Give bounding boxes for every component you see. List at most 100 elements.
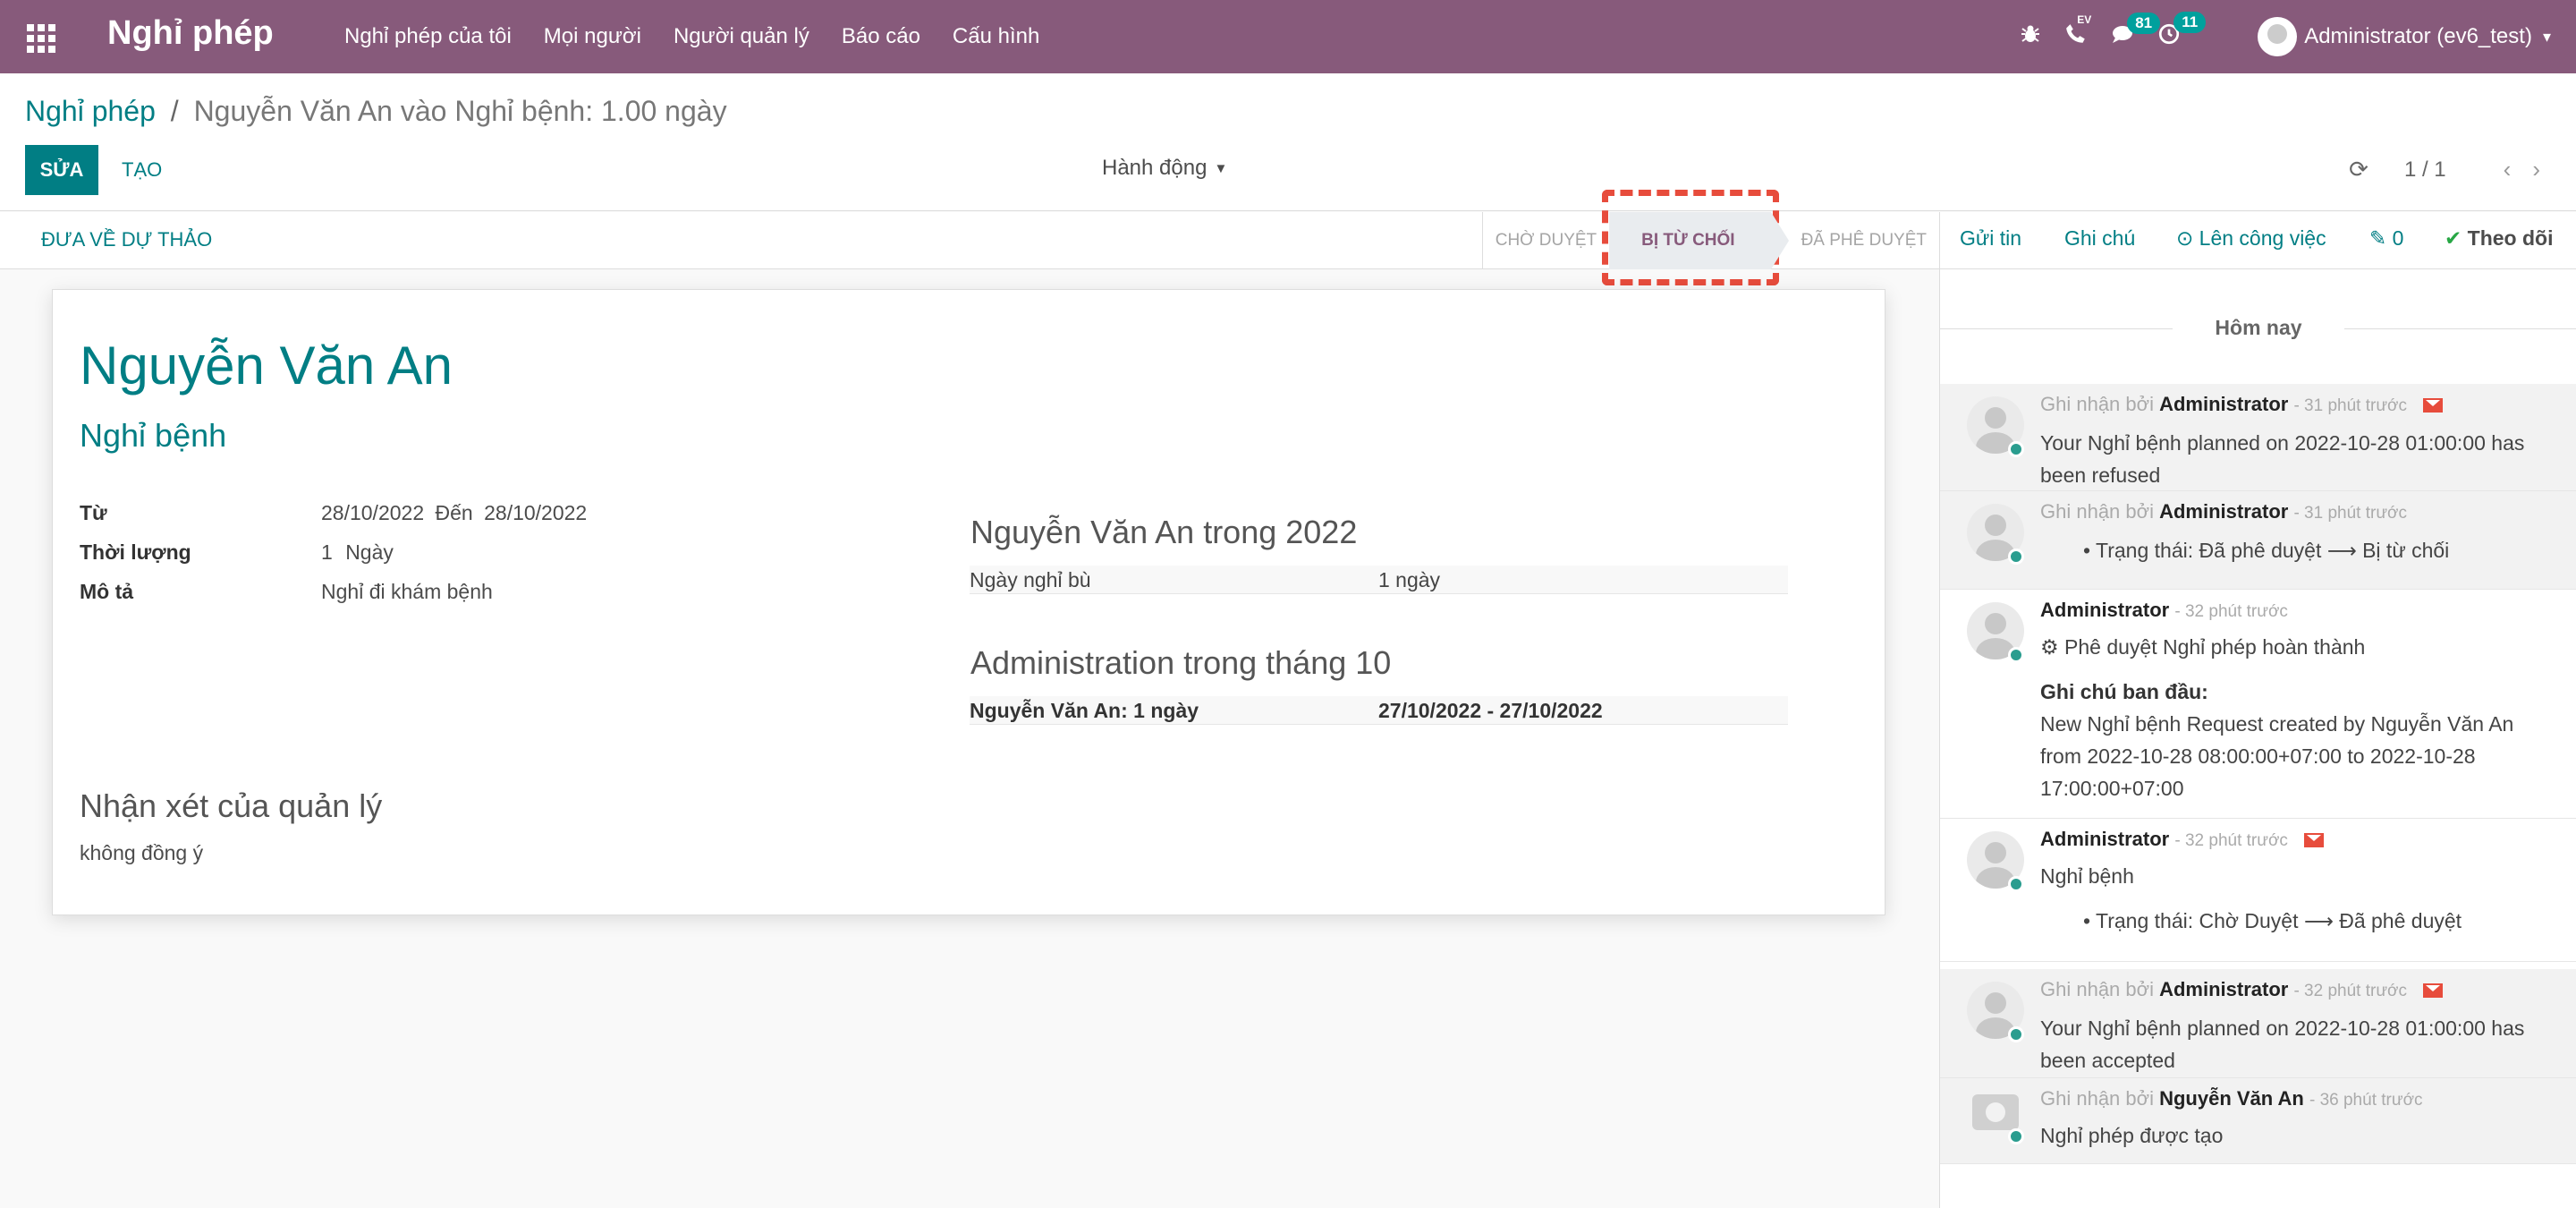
message-line: from 2022-10-28 08:00:00+07:00 to 2022-1…: [2040, 744, 2476, 768]
refresh-icon[interactable]: ⟳: [2349, 156, 2368, 183]
message-header: Ghi nhận bởi Nguyễn Văn An - 36 phút trư…: [2040, 1087, 2423, 1110]
duration-number: 1: [321, 540, 333, 564]
message-header: Ghi nhận bởi Administrator - 31 phút trư…: [2040, 500, 2407, 523]
duration-unit: Ngày: [345, 540, 394, 564]
manager-comment: không đồng ý: [80, 841, 204, 864]
message-time: - 31 phút trước: [2293, 396, 2408, 415]
yearly-summary-row: Ngày nghỉ bù 1 ngày: [970, 566, 1788, 594]
envelope-icon[interactable]: [2423, 983, 2444, 999]
description-label: Mô tả: [80, 580, 134, 603]
log-note-button[interactable]: Ghi chú: [2064, 226, 2135, 251]
online-status-icon: [2008, 441, 2024, 457]
camera-icon: [1972, 1094, 2019, 1130]
edit-button[interactable]: SỬA: [25, 145, 98, 195]
action-dropdown[interactable]: Hành động ▼: [1102, 156, 1227, 181]
pager: ⟳ 1 / 1 ‹ ›: [2349, 156, 2540, 183]
activities-badge: 11: [2174, 11, 2207, 33]
message-author[interactable]: Administrator: [2159, 393, 2288, 415]
to-date: 28/10/2022: [484, 501, 588, 524]
follow-button[interactable]: ✔ Theo dõi: [2445, 226, 2554, 251]
message-body: Your Nghỉ bệnh planned on 2022-10-28 01:…: [2040, 427, 2524, 491]
message-body: Nghỉ phép được tạo: [2040, 1119, 2223, 1152]
chevron-left-icon[interactable]: ‹: [2504, 156, 2512, 183]
phone-icon[interactable]: EV: [2064, 13, 2091, 52]
menu-everyone[interactable]: Mọi người: [544, 24, 641, 49]
messages-badge: 81: [2127, 12, 2161, 34]
menu-manager[interactable]: Người quản lý: [674, 24, 809, 49]
employee-name: Nguyễn Văn An: [80, 336, 453, 396]
breadcrumb-separator: /: [170, 95, 179, 127]
message-line: been refused: [2040, 464, 2161, 487]
message-author[interactable]: Administrator: [2040, 599, 2169, 621]
message-prefix: Ghi nhận bởi: [2040, 1087, 2154, 1110]
duration-label: Thời lượng: [80, 540, 191, 564]
envelope-icon[interactable]: [2304, 833, 2325, 848]
message-line: New Nghỉ bệnh Request created by Nguyễn …: [2040, 712, 2514, 736]
stage-highlight-box: [1602, 190, 1779, 285]
message-author[interactable]: Administrator: [2159, 978, 2288, 1000]
message-prefix: Ghi nhận bởi: [2040, 978, 2154, 1000]
reset-to-draft-button[interactable]: ĐƯA VỀ DỰ THẢO: [41, 228, 212, 251]
form-sheet: Nguyễn Văn An Nghỉ bệnh Từ 28/10/2022 Đế…: [52, 289, 1885, 915]
message-body: Your Nghỉ bệnh planned on 2022-10-28 01:…: [2040, 1012, 2524, 1076]
stage-approved[interactable]: ĐÃ PHÊ DUYỆT: [1771, 212, 1939, 269]
monthly-row-value: 27/10/2022 - 27/10/2022: [1378, 699, 1603, 722]
attachments-button[interactable]: ✎ 0: [2369, 226, 2403, 251]
message-author[interactable]: Administrator: [2159, 500, 2288, 523]
message-body: Nghỉ bệnh • Trạng thái: Chờ Duyệt ⟶ Đã p…: [2040, 860, 2462, 937]
message-time: - 32 phút trước: [2174, 602, 2288, 621]
chevron-right-icon[interactable]: ›: [2532, 156, 2540, 183]
activity-done-text: Phê duyệt Nghỉ phép hoàn thành: [2064, 635, 2366, 659]
summary-row-value: 1 ngày: [1378, 568, 1441, 591]
apps-grid-icon[interactable]: [27, 24, 55, 53]
leave-type: Nghỉ bệnh: [80, 417, 227, 454]
gear-icon: ⚙: [2040, 635, 2065, 659]
attachments-count: 0: [2392, 226, 2404, 250]
user-menu[interactable]: Administrator (ev6_test) ▾: [2258, 17, 2551, 56]
menu-my-leaves[interactable]: Nghỉ phép của tôi: [344, 24, 512, 49]
pager-value[interactable]: 1 / 1: [2404, 157, 2446, 183]
message-header: Administrator - 32 phút trước: [2040, 828, 2325, 851]
chatter-topbar: Gửi tin Ghi chú ⊙ Lên công việc ✎ 0 ✔ Th…: [1940, 212, 2576, 269]
message-header: Ghi nhận bởi Administrator - 31 phút trư…: [2040, 393, 2444, 416]
app-brand[interactable]: Nghỉ phép: [107, 14, 274, 53]
message-author[interactable]: Nguyễn Văn An: [2159, 1087, 2304, 1110]
schedule-activity-label: Lên công việc: [2199, 226, 2326, 250]
message-line: Your Nghỉ bệnh planned on 2022-10-28 01:…: [2040, 431, 2525, 455]
message-author[interactable]: Administrator: [2040, 828, 2169, 850]
main-menu: Nghỉ phép của tôi Mọi người Người quản l…: [344, 0, 1072, 73]
breadcrumb-parent[interactable]: Nghỉ phép: [25, 95, 156, 127]
stage-to-approve[interactable]: CHỜ DUYỆT: [1483, 212, 1609, 269]
bug-icon[interactable]: [2020, 23, 2041, 51]
activity-clock-icon[interactable]: 11: [2157, 11, 2207, 52]
menu-configuration[interactable]: Cấu hình: [953, 24, 1039, 49]
message-line: 17:00:00+07:00: [2040, 777, 2184, 800]
tracking-line: • Trạng thái: Chờ Duyệt ⟶ Đã phê duyệt: [2083, 909, 2462, 932]
monthly-row: Nguyễn Văn An: 1 ngày 27/10/2022 - 27/10…: [970, 696, 1788, 725]
message-prefix: Ghi nhận bởi: [2040, 393, 2154, 415]
summary-row-label: Ngày nghỉ bù: [970, 568, 1091, 591]
message-body: ⚙ Phê duyệt Nghỉ phép hoàn thành Ghi chú…: [2040, 631, 2513, 804]
from-date: 28/10/2022: [321, 501, 425, 524]
control-panel: Nghỉ phép / Nguyễn Văn An vào Nghỉ bệnh:…: [0, 73, 2576, 211]
breadcrumb: Nghỉ phép / Nguyễn Văn An vào Nghỉ bệnh:…: [25, 95, 727, 128]
envelope-icon[interactable]: [2423, 398, 2444, 413]
message-time: - 32 phút trước: [2293, 982, 2408, 1000]
messaging-icon[interactable]: 81: [2111, 12, 2161, 51]
date-separator: Hôm nay: [1940, 316, 2576, 340]
schedule-activity-button[interactable]: ⊙ Lên công việc: [2176, 226, 2326, 251]
caret-down-icon: ▼: [1214, 161, 1228, 177]
systray: EV 81 11 Administrator (ev6_test) ▾: [2020, 0, 2576, 73]
breadcrumb-current: Nguyễn Văn An vào Nghỉ bệnh: 1.00 ngày: [193, 95, 727, 127]
send-message-button[interactable]: Gửi tin: [1960, 226, 2021, 251]
menu-reports[interactable]: Báo cáo: [842, 24, 920, 49]
online-status-icon: [2008, 1128, 2024, 1144]
online-status-icon: [2008, 549, 2024, 565]
chatter-message: Ghi nhận bởi Administrator - 32 phút trư…: [1940, 969, 2576, 1078]
from-label: Từ: [80, 501, 107, 524]
online-status-icon: [2008, 647, 2024, 663]
create-button[interactable]: TẠO: [122, 145, 162, 195]
manager-comment-title: Nhận xét của quản lý: [80, 787, 383, 824]
description-value: Nghỉ đi khám bệnh: [321, 580, 493, 603]
date-range: 28/10/2022 Đến 28/10/2022: [321, 501, 587, 525]
